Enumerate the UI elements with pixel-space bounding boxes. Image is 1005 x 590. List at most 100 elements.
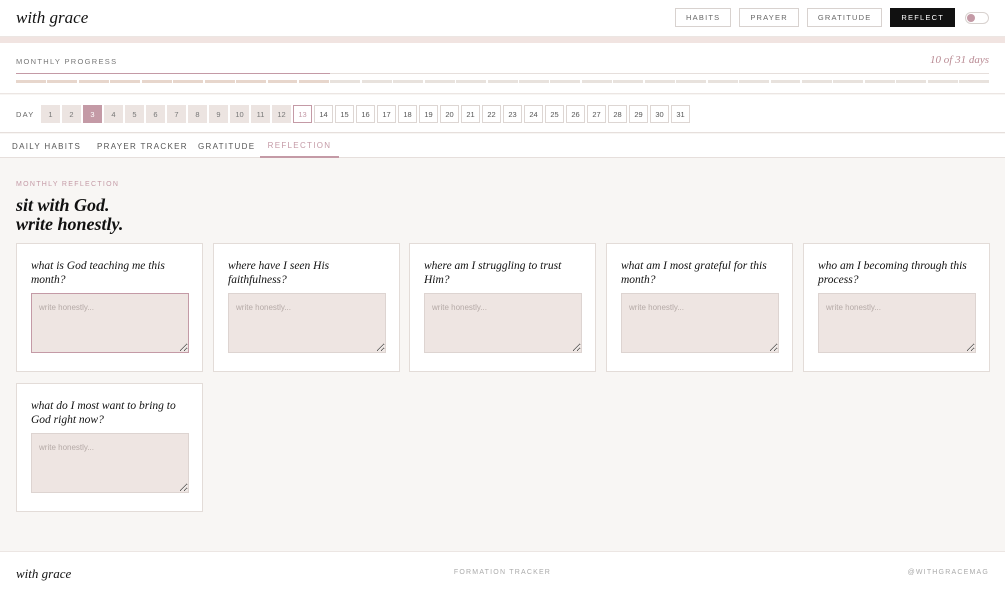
day-button[interactable]: 12 [272, 105, 291, 123]
progress-segment [676, 80, 707, 83]
day-button[interactable]: 9 [209, 105, 228, 123]
progress-segment [519, 80, 549, 83]
day-button[interactable]: 2 [62, 105, 81, 123]
theme-toggle[interactable] [965, 11, 989, 24]
day-button[interactable]: 11 [251, 105, 270, 123]
progress-segment [173, 80, 204, 83]
progress-fill [16, 73, 330, 74]
progress-label: MONTHLY PROGRESS [16, 57, 118, 66]
progress-segment [959, 80, 990, 83]
progress-segment [896, 80, 927, 83]
heading-line-1: sit with God. [16, 195, 110, 215]
app-footer: with grace FORMATION TRACKER @WITHGRACEM… [0, 551, 1005, 590]
progress-segment [393, 80, 424, 83]
day-button[interactable]: 13 [293, 105, 312, 123]
day-button[interactable]: 20 [440, 105, 459, 123]
day-button[interactable]: 6 [146, 105, 165, 123]
day-selector-label: DAY [16, 110, 35, 119]
day-button[interactable]: 25 [545, 105, 564, 123]
progress-segment [487, 80, 518, 83]
reflection-card: what am I most grateful for this month? [606, 243, 793, 372]
top-nav: HABITS PRAYER GRATITUDE REFLECT [675, 8, 989, 27]
day-button[interactable]: 16 [356, 105, 375, 123]
day-button[interactable]: 21 [461, 105, 480, 123]
day-button[interactable]: 7 [167, 105, 186, 123]
toggle-knob [967, 13, 975, 22]
day-button[interactable]: 1 [41, 105, 60, 123]
reflection-eyebrow: MONTHLY REFLECTION [16, 181, 120, 188]
day-button[interactable]: 18 [398, 105, 417, 123]
progress-segment [78, 80, 109, 83]
day-button[interactable]: 27 [587, 105, 606, 123]
progress-segment [801, 80, 832, 83]
progress-segment [47, 80, 78, 83]
day-button[interactable]: 17 [377, 105, 396, 123]
reflection-card: where have I seen His faithfulness? [213, 243, 400, 372]
day-button[interactable]: 14 [314, 105, 333, 123]
progress-segment [16, 80, 46, 83]
day-button[interactable]: 26 [566, 105, 585, 123]
day-button[interactable]: 23 [503, 105, 522, 123]
reflection-card: where am I struggling to trust Him? [409, 243, 596, 372]
progress-segment [141, 80, 172, 83]
day-button[interactable]: 8 [188, 105, 207, 123]
footer-handle-link[interactable]: @WITHGRACEMAG [908, 569, 989, 576]
reflection-answer-input[interactable] [31, 293, 189, 353]
tab-reflection[interactable]: REFLECTION [260, 134, 339, 158]
progress-segment [236, 80, 266, 83]
day-button[interactable]: 24 [524, 105, 543, 123]
tab-daily-habits[interactable]: DAILY HABITS [12, 134, 81, 158]
nav-prayer-button[interactable]: PRAYER [739, 8, 799, 27]
day-button[interactable]: 31 [671, 105, 690, 123]
progress-segment [204, 80, 235, 83]
progress-segment [550, 80, 581, 83]
progress-segment [613, 80, 644, 83]
day-button[interactable]: 30 [650, 105, 669, 123]
day-button-row: 1 2 3 4 5 6 7 8 9 10 11 12 13 14 15 16 17 18 19 20 21 22 23 24 2… [41, 105, 690, 123]
tab-gratitude[interactable]: GRATITUDE [198, 134, 255, 158]
reflection-card: what do I most want to bring to God righ… [16, 383, 203, 512]
progress-track [16, 73, 989, 74]
progress-segment [298, 80, 329, 83]
day-selector: DAY 1 2 3 4 5 6 7 8 9 10 11 12 13 14 15 16 17 18 19 20 21 22 2… [0, 95, 1005, 133]
reflection-answer-input[interactable] [228, 293, 386, 353]
reflection-question: what is God teaching me this month? [31, 260, 165, 286]
reflection-question: who am I becoming through this process? [818, 260, 967, 286]
heading-line-2: write honestly. [16, 214, 124, 234]
progress-segment [770, 80, 801, 83]
progress-segment [644, 80, 675, 83]
tab-prayer-tracker[interactable]: PRAYER TRACKER [97, 134, 188, 158]
monthly-progress-section: MONTHLY PROGRESS 10 of 31 days [0, 43, 1005, 94]
reflection-card: what is God teaching me this month? [16, 243, 203, 372]
progress-segment [739, 80, 769, 83]
reflection-question: what do I most want to bring to God righ… [31, 400, 176, 426]
progress-segment [927, 80, 958, 83]
day-button[interactable]: 19 [419, 105, 438, 123]
day-button[interactable]: 15 [335, 105, 354, 123]
reflection-question: what am I most grateful for this month? [621, 260, 767, 286]
reflection-card: who am I becoming through this process? [803, 243, 990, 372]
day-button[interactable]: 29 [629, 105, 648, 123]
brand-logo[interactable]: with grace [16, 8, 88, 28]
nav-reflect-button[interactable]: REFLECT [890, 8, 955, 27]
section-tabs: DAILY HABITS PRAYER TRACKER GRATITUDE RE… [0, 134, 1005, 158]
reflection-answer-input[interactable] [818, 293, 976, 353]
reflection-answer-input[interactable] [424, 293, 582, 353]
reflection-answer-input[interactable] [621, 293, 779, 353]
progress-segment [110, 80, 141, 83]
nav-gratitude-button[interactable]: GRATITUDE [806, 8, 883, 27]
progress-day-segments [16, 80, 990, 83]
reflection-heading: sit with God. write honestly. [16, 196, 123, 234]
day-button[interactable]: 28 [608, 105, 627, 123]
progress-segment [267, 80, 298, 83]
reflection-answer-input[interactable] [31, 433, 189, 493]
footer-tagline: FORMATION TRACKER [453, 569, 552, 576]
progress-segment [424, 80, 455, 83]
day-button[interactable]: 5 [125, 105, 144, 123]
progress-segment [361, 80, 392, 83]
day-button[interactable]: 10 [230, 105, 249, 123]
nav-habits-button[interactable]: HABITS [675, 8, 732, 27]
day-button[interactable]: 3 [83, 105, 102, 123]
day-button[interactable]: 4 [104, 105, 123, 123]
day-button[interactable]: 22 [482, 105, 501, 123]
